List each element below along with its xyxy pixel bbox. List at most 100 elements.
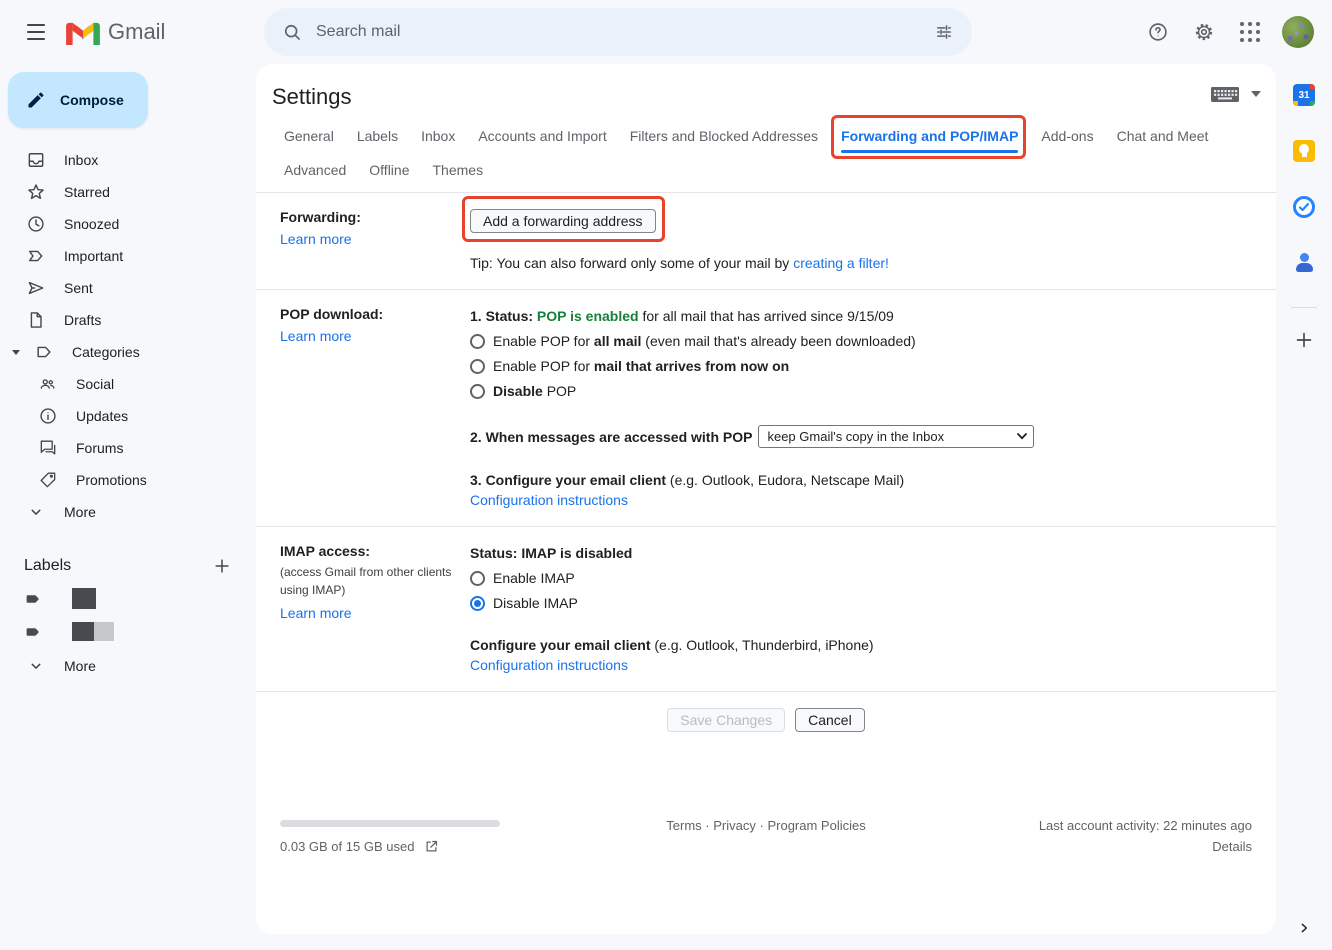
pop-status-label: 1. Status: [470,308,533,324]
sidebar-item-snoozed[interactable]: Snoozed [0,208,240,240]
sidebar-item-label: Sent [64,280,93,296]
imap-status: Status: IMAP is disabled [470,543,1252,563]
footer-separator: · [705,818,709,833]
main-menu-icon[interactable] [12,8,60,56]
radio-unselected[interactable] [470,334,485,349]
important-icon [26,246,46,266]
imap-learn-more-link[interactable]: Learn more [280,605,352,621]
sidebar-item-updates[interactable]: Updates [0,400,240,432]
get-add-ons-plus-icon[interactable] [1288,324,1320,356]
radio-unselected[interactable] [470,384,485,399]
settings-gear-icon[interactable] [1184,12,1224,52]
terms-link[interactable]: Terms [666,818,701,833]
redacted-label-name [72,622,94,641]
account-avatar[interactable] [1282,16,1314,48]
imap-option-disable[interactable]: Disable IMAP [470,593,1252,613]
sidebar-item-drafts[interactable]: Drafts [0,304,240,336]
tab-offline[interactable]: Offline [369,162,409,178]
imap-option-enable[interactable]: Enable IMAP [470,568,1252,588]
tab-labels[interactable]: Labels [357,128,398,144]
sidebar-item-more[interactable]: More [0,496,240,528]
forwarding-learn-more-link[interactable]: Learn more [280,231,352,247]
tab-themes[interactable]: Themes [433,162,484,178]
settings-tabs-row-1: General Labels Inbox Accounts and Import… [256,124,1276,156]
info-icon [38,406,58,426]
google-apps-icon[interactable] [1230,12,1270,52]
sidebar-item-promotions[interactable]: Promotions [0,464,240,496]
forwarding-section: Forwarding: Learn more Add a forwarding … [256,193,1276,290]
radio-selected[interactable] [470,596,485,611]
contacts-icon[interactable] [1288,247,1320,279]
pop-configuration-instructions-link[interactable]: Configuration instructions [470,492,628,508]
details-link[interactable]: Details [952,839,1252,854]
program-policies-link[interactable]: Program Policies [767,818,865,833]
collapse-triangle-icon[interactable] [8,350,24,355]
sidebar-item-categories[interactable]: Categories [0,336,240,368]
creating-a-filter-link[interactable]: creating a filter! [793,255,889,271]
gmail-footer: 0.03 GB of 15 GB used Terms · Privacy · … [256,816,1276,854]
sidebar-item-sent[interactable]: Sent [0,272,240,304]
people-icon [38,374,58,394]
sidebar-item-social[interactable]: Social [0,368,240,400]
settings-panel: Settings General Labels Inbox Accounts a [256,64,1276,934]
user-label-row[interactable] [0,582,256,615]
compose-button[interactable]: Compose [8,72,148,128]
star-icon [26,182,46,202]
pop-configure-client-rest: (e.g. Outlook, Eudora, Netscape Mail) [666,472,904,488]
keyboard-icon[interactable] [1210,84,1240,104]
tab-chat-and-meet[interactable]: Chat and Meet [1117,128,1209,144]
privacy-link[interactable]: Privacy [713,818,756,833]
tasks-icon[interactable] [1288,191,1320,223]
sidebar-item-important[interactable]: Important [0,240,240,272]
input-tools-dropdown-icon[interactable] [1250,90,1262,98]
tab-filters-and-blocked-addresses[interactable]: Filters and Blocked Addresses [630,128,818,144]
gmail-logo[interactable]: Gmail [66,19,165,45]
sidebar-item-forums[interactable]: Forums [0,432,240,464]
help-icon[interactable] [1138,12,1178,52]
pop-when-accessed-label: 2. When messages are accessed with POP [470,429,752,445]
tab-general[interactable]: General [284,128,334,144]
option-text: Enable IMAP [493,570,575,586]
sidebar-item-inbox[interactable]: Inbox [0,144,240,176]
calendar-icon[interactable]: 31 [1288,79,1320,111]
chevron-down-icon [26,656,46,676]
gmail-wordmark: Gmail [108,19,165,45]
save-changes-button[interactable]: Save Changes [667,708,785,732]
tab-forwarding-and-pop-imap[interactable]: Forwarding and POP/IMAP [841,128,1018,144]
sidebar-item-label: More [64,658,96,674]
pop-action-select[interactable]: keep Gmail's copy in the Inbox [758,425,1034,448]
search-options-icon[interactable] [924,12,964,52]
labels-heading: Labels [24,557,71,575]
select-chevron-icon [1017,433,1027,440]
pop-option-from-now-on[interactable]: Enable POP for mail that arrives from no… [470,356,1252,376]
tab-inbox[interactable]: Inbox [421,128,455,144]
tab-advanced[interactable]: Advanced [284,162,346,178]
show-side-panel-chevron-icon[interactable] [1296,920,1312,936]
open-in-new-icon[interactable] [424,839,439,854]
cancel-button[interactable]: Cancel [795,708,865,732]
search-bar[interactable]: Search mail [264,8,972,56]
imap-access-section: IMAP access: (access Gmail from other cl… [256,527,1276,692]
imap-configuration-instructions-link[interactable]: Configuration instructions [470,657,628,673]
pop-option-all-mail[interactable]: Enable POP for all mail (even mail that'… [470,331,1252,351]
tab-label: Forwarding and POP/IMAP [841,128,1018,144]
keep-icon[interactable] [1288,135,1320,167]
input-tools-control[interactable] [1210,84,1262,104]
search-icon[interactable] [272,12,312,52]
send-icon [26,278,46,298]
tab-accounts-and-import[interactable]: Accounts and Import [478,128,606,144]
create-label-plus-icon[interactable] [212,556,232,576]
radio-unselected[interactable] [470,359,485,374]
sidebar-item-label: Updates [76,408,128,424]
user-label-row[interactable] [0,615,256,648]
sidebar-item-label: Important [64,248,123,264]
radio-unselected[interactable] [470,571,485,586]
pop-learn-more-link[interactable]: Learn more [280,328,352,344]
search-input[interactable]: Search mail [316,23,924,41]
pop-option-disable[interactable]: Disable POP [470,381,1252,401]
sidebar-item-starred[interactable]: Starred [0,176,240,208]
tab-add-ons[interactable]: Add-ons [1041,128,1093,144]
sidebar-item-label: Categories [72,344,140,360]
sidebar-labels-more[interactable]: More [0,650,240,682]
add-forwarding-address-button[interactable]: Add a forwarding address [470,209,656,233]
